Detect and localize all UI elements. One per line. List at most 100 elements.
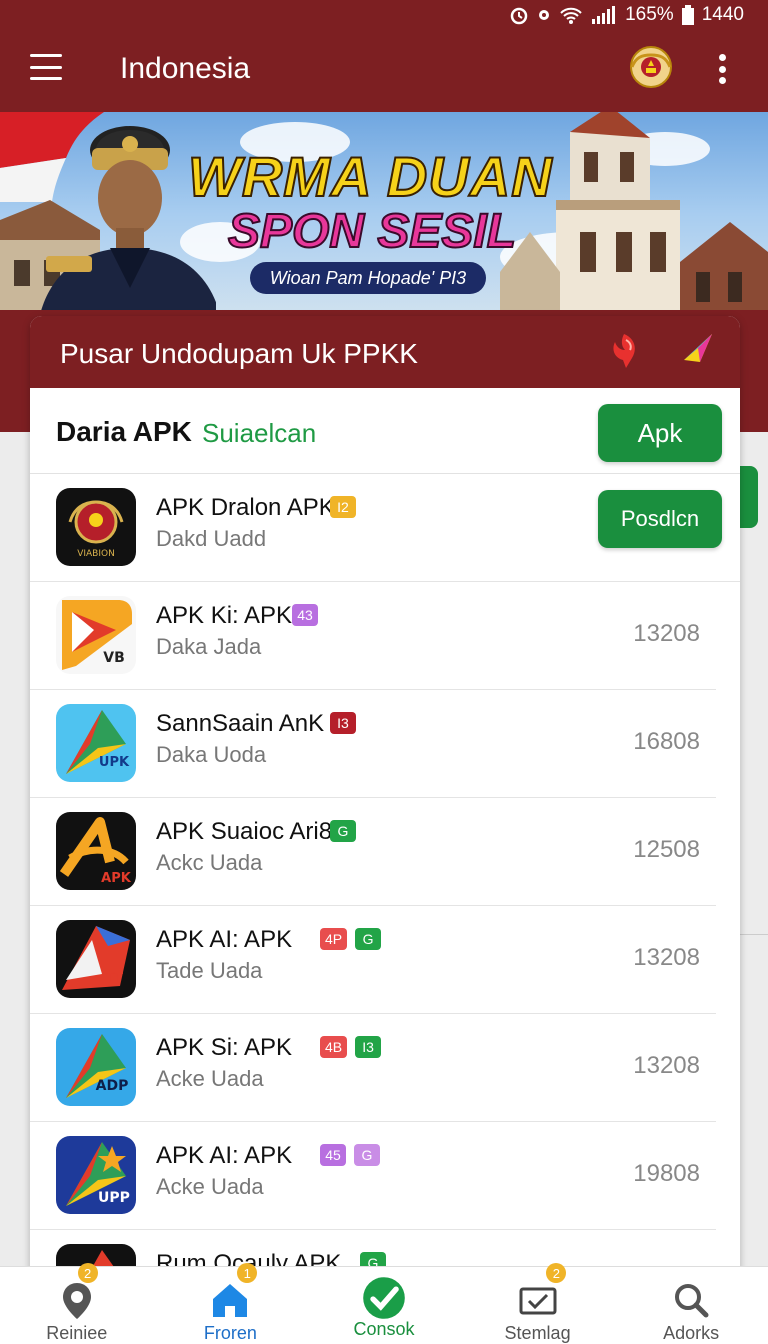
app-badge: 43 xyxy=(292,604,318,626)
side-action-tab[interactable] xyxy=(738,466,758,528)
app-icon-label: APK xyxy=(101,871,132,886)
app-badge: 4P xyxy=(320,928,348,950)
emblem-app-icon: VIABION xyxy=(56,488,136,566)
check-circle-icon xyxy=(363,1277,405,1319)
overflow-menu-icon[interactable] xyxy=(716,54,728,84)
app-badges: I3 xyxy=(330,712,356,734)
mail-check-icon xyxy=(519,1287,557,1315)
list-item[interactable]: APK APK Suaioc Ari8 G Ackc Uada 12508 xyxy=(30,798,716,906)
app-badges: 43 xyxy=(292,604,318,626)
app-badge: I3 xyxy=(330,712,356,734)
battery-percent: 165% xyxy=(625,4,674,25)
app-badge: 45 xyxy=(320,1144,346,1166)
nav-label: Adorks xyxy=(663,1323,720,1343)
app-subtitle: Tade Uada xyxy=(156,958,263,983)
nav-badge: 2 xyxy=(77,1263,98,1283)
app-badge: I2 xyxy=(330,496,356,518)
nav-label: Froren xyxy=(203,1323,257,1343)
banner-caption: Wioan Pam Hopade' PI3 xyxy=(250,262,486,294)
nav-label: Stemlag xyxy=(504,1323,571,1343)
nav-item-froren[interactable]: 1 Froren xyxy=(154,1263,308,1344)
garuda-emblem-icon[interactable] xyxy=(626,44,676,90)
divider xyxy=(740,934,768,935)
list-item[interactable]: ADP APK Si: APK 4B I3 Acke Uada 13208 xyxy=(30,1014,716,1122)
app-badges: I2 xyxy=(330,496,356,518)
list-item[interactable]: VIABION APK Dralon APK I2 Dakd Uadd Posd… xyxy=(30,474,740,582)
app-subtitle: Daka Uoda xyxy=(156,742,267,767)
red-bird-icon[interactable] xyxy=(606,330,642,370)
nav-item-adorks[interactable]: Adorks xyxy=(614,1267,768,1344)
bottom-navigation: 2 Reiniee 1 Froren Consok 2 Stemlag Ador… xyxy=(0,1263,768,1344)
section-tag[interactable]: Suiaelcan xyxy=(202,418,316,449)
app-badge: G xyxy=(330,820,356,842)
nav-item-consok[interactable]: Consok xyxy=(307,1267,461,1344)
download-count: 13208 xyxy=(633,944,700,971)
battery-icon xyxy=(681,5,694,25)
app-subtitle: Dakd Uadd xyxy=(156,526,267,551)
app-icon-label: UPK xyxy=(99,755,130,770)
app-subtitle: Ackc Uada xyxy=(156,850,263,875)
download-count: 19808 xyxy=(633,1160,700,1187)
app-subtitle: Acke Uada xyxy=(156,1066,264,1091)
app-icon-label: ADP xyxy=(96,1078,129,1094)
list-item[interactable]: VB APK Ki: APK 43 Daka Jada 13208 xyxy=(30,582,716,690)
search-icon xyxy=(675,1284,709,1318)
app-name: SannSaain AnK xyxy=(156,710,325,737)
banner-subheadline: SPON SESIL xyxy=(227,204,517,259)
app-name: APK Ki: APK xyxy=(156,602,293,629)
app-badges: G xyxy=(330,820,356,842)
clock: 1440 xyxy=(701,4,744,25)
app-badges: 4P G xyxy=(320,928,382,950)
app-name: APK Si: APK xyxy=(156,1034,293,1061)
nav-label: Reiniee xyxy=(46,1323,108,1343)
list-item[interactable]: UPK SannSaain AnK I3 Daka Uoda 16808 xyxy=(30,690,716,798)
page-title: Indonesia xyxy=(120,52,251,85)
app-name: APK Suaioc Ari8 xyxy=(156,818,333,845)
app-badge: I3 xyxy=(355,1036,382,1058)
nav-item-reiniee[interactable]: 2 Reiniee xyxy=(0,1263,154,1344)
card-title: Pusar Undodupam Uk PPKK xyxy=(60,338,418,369)
app-subtitle: Daka Jada xyxy=(156,634,262,659)
location-gear-icon xyxy=(62,1283,91,1319)
app-icon-label: TT xyxy=(105,971,123,986)
settings-icon xyxy=(539,10,550,20)
section-title: Daria APK xyxy=(56,416,192,447)
list-item[interactable]: UPP APK AI: APK 45 G Acke Uada 19808 xyxy=(30,1122,716,1230)
app-subtitle: Acke Uada xyxy=(156,1174,264,1199)
apk-center-card: Pusar Undodupam Uk PPKK Daria APK Suiael… xyxy=(30,316,740,1344)
alarm-icon xyxy=(510,7,528,25)
adp-app-icon: ADP xyxy=(56,1028,136,1106)
app-badge: 4B xyxy=(320,1036,348,1058)
install-button[interactable]: Posdlcn xyxy=(598,490,722,548)
app-badge: G xyxy=(355,928,382,950)
nav-badge: 2 xyxy=(546,1263,567,1283)
app-name: APK Dralon APK xyxy=(156,494,335,521)
app-icon-label: VB xyxy=(103,650,125,666)
download-count: 16808 xyxy=(633,728,700,755)
flag-app-icon: TT xyxy=(56,920,136,998)
wifi-icon xyxy=(560,7,582,24)
hero-banner[interactable]: WRMA DUAN SPON SESIL Wioan Pam Hopade' P… xyxy=(0,112,768,340)
app-name: APK AI: APK xyxy=(156,926,293,953)
app-bar: 165% 1440 Indonesia xyxy=(0,0,768,112)
home-icon xyxy=(213,1284,248,1317)
nav-label: Consok xyxy=(353,1319,415,1339)
app-badge: G xyxy=(354,1144,380,1166)
app-icon-label: VIABION xyxy=(77,549,115,559)
signal-icon xyxy=(592,6,616,24)
section-header: Daria APK Suiaelcan Apk xyxy=(30,388,740,474)
list-item[interactable]: TT APK AI: APK 4P G Tade Uada 13208 xyxy=(30,906,716,1014)
upp-app-icon: UPP xyxy=(56,1136,136,1214)
kite-icon[interactable] xyxy=(680,330,716,366)
apk-button[interactable]: Apk xyxy=(598,404,722,462)
upk-app-icon: UPK xyxy=(56,704,136,782)
app-badges: 45 G xyxy=(320,1144,380,1166)
app-name: APK AI: APK xyxy=(156,1142,293,1169)
app-icon-label: UPP xyxy=(98,1190,130,1206)
nav-badge: 1 xyxy=(237,1263,258,1283)
hamburger-menu-icon[interactable] xyxy=(30,54,62,80)
download-count: 13208 xyxy=(633,620,700,647)
banner-headline: WRMA DUAN xyxy=(187,144,553,209)
card-header: Pusar Undodupam Uk PPKK xyxy=(30,316,740,388)
nav-item-stemlag[interactable]: 2 Stemlag xyxy=(461,1263,615,1344)
